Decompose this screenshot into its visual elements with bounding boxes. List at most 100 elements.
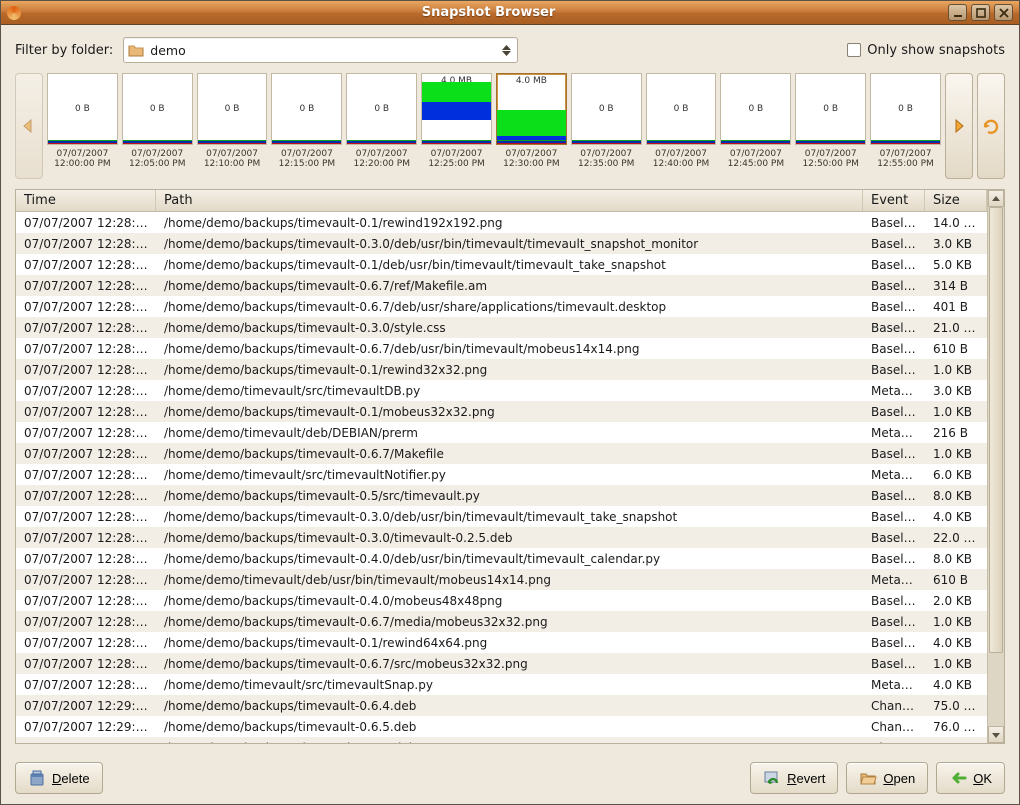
snapshot-item[interactable]: 0 B07/07/200712:00:00 PM [47,73,118,179]
snapshot-item[interactable]: 0 B07/07/200712:05:00 PM [122,73,193,179]
snapshot-size: 0 B [898,104,913,114]
scroll-up-button[interactable] [988,190,1004,207]
table-row[interactable]: 07/07/2007 12:28:10 PM/home/demo/backups… [16,506,987,527]
snapshot-item[interactable]: 0 B07/07/200712:55:00 PM [870,73,941,179]
snapshot-item[interactable]: 4.0 MB07/07/200712:30:00 PM [496,73,567,179]
cell-path: /home/demo/backups/timevault-0.6.7/Makef… [156,447,863,461]
revert-button[interactable]: Revert [750,762,838,794]
delete-label-u: D [52,771,61,786]
snapshot-item[interactable]: 0 B07/07/200712:40:00 PM [646,73,717,179]
table-row[interactable]: 07/07/2007 12:28:10 PM/home/demo/backups… [16,275,987,296]
timeline-prev-button[interactable] [15,73,43,179]
cell-time: 07/07/2007 12:28:10 PM [16,552,156,566]
column-event[interactable]: Event [863,190,925,211]
table-row[interactable]: 07/07/2007 12:28:10 PM/home/demo/backups… [16,233,987,254]
chevron-up-icon [992,195,1000,203]
cell-time: 07/07/2007 12:28:10 PM [16,384,156,398]
snapshot-item[interactable]: 0 B07/07/200712:45:00 PM [720,73,791,179]
scroll-thumb[interactable] [989,207,1003,653]
cell-event: Changed [863,720,925,734]
cell-size: 14.0 KB [925,216,987,230]
revert-icon [763,769,781,787]
app-icon [7,6,21,20]
table-row[interactable]: 07/07/2007 12:28:10 PM/home/demo/backups… [16,611,987,632]
table-row[interactable]: 07/07/2007 12:28:10 PM/home/demo/timevau… [16,674,987,695]
snapshot-item[interactable]: 0 B07/07/200712:15:00 PM [271,73,342,179]
table-row[interactable]: 07/07/2007 12:28:10 PM/home/demo/timevau… [16,569,987,590]
table-row[interactable]: 07/07/2007 12:29:05 PM/home/demo/backups… [16,737,987,743]
only-show-snapshots-checkbox[interactable]: Only show snapshots [847,43,1005,58]
close-button[interactable] [994,4,1013,21]
scroll-down-button[interactable] [988,726,1004,743]
scroll-track[interactable] [988,207,1004,726]
table-row[interactable]: 07/07/2007 12:29:05 PM/home/demo/backups… [16,695,987,716]
snapshot-size: 0 B [374,104,389,114]
table-row[interactable]: 07/07/2007 12:28:10 PM/home/demo/backups… [16,401,987,422]
vertical-scrollbar[interactable] [987,190,1004,743]
cell-path: /home/demo/timevault/src/timevaultSnap.p… [156,678,863,692]
ok-arrow-icon [949,769,967,787]
table-row[interactable]: 07/07/2007 12:28:10 PM/home/demo/timevau… [16,422,987,443]
table-row[interactable]: 07/07/2007 12:28:10 PM/home/demo/backups… [16,548,987,569]
cell-time: 07/07/2007 12:28:10 PM [16,615,156,629]
ok-label-u: O [973,771,983,786]
table-row[interactable]: 07/07/2007 12:28:10 PM/home/demo/timevau… [16,464,987,485]
table-row[interactable]: 07/07/2007 12:28:10 PM/home/demo/backups… [16,317,987,338]
column-size[interactable]: Size [925,190,987,211]
column-path[interactable]: Path [156,190,863,211]
delete-button[interactable]: Delete [15,762,103,794]
cell-event: Baseline [863,258,925,272]
cell-size: 1.0 KB [925,405,987,419]
button-row: Delete Revert Open OK [15,754,1005,794]
folder-select-text: demo [150,43,499,58]
cell-time: 07/07/2007 12:29:05 PM [16,741,156,744]
table-row[interactable]: 07/07/2007 12:28:10 PM/home/demo/backups… [16,254,987,275]
table-row[interactable]: 07/07/2007 12:28:10 PM/home/demo/backups… [16,443,987,464]
timeline-jump-end-button[interactable] [977,73,1005,179]
snapshot-item[interactable]: 0 B07/07/200712:10:00 PM [197,73,268,179]
table-row[interactable]: 07/07/2007 12:28:10 PM/home/demo/backups… [16,338,987,359]
snapshot-thumb: 0 B [346,73,417,145]
cell-path: /home/demo/backups/timevault-0.6.4.deb [156,699,863,713]
cell-event: Metadata [863,573,925,587]
snapshot-label: 07/07/200712:25:00 PM [428,149,484,170]
cell-path: /home/demo/timevault/src/timevaultNotifi… [156,468,863,482]
cell-path: /home/demo/backups/timevault-0.4.0/deb/u… [156,552,863,566]
table-row[interactable]: 07/07/2007 12:28:10 PM/home/demo/backups… [16,653,987,674]
table-row[interactable]: 07/07/2007 12:28:10 PM/home/demo/backups… [16,590,987,611]
timeline-next-button[interactable] [945,73,973,179]
table-row[interactable]: 07/07/2007 12:28:10 PM/home/demo/backups… [16,359,987,380]
table-row[interactable]: 07/07/2007 12:29:05 PM/home/demo/backups… [16,716,987,737]
snapshot-size: 0 B [75,104,90,114]
table-row[interactable]: 07/07/2007 12:28:10 PM/home/demo/backups… [16,632,987,653]
table-scroll: Time Path Event Size 07/07/2007 12:28:10… [16,190,987,743]
open-button[interactable]: Open [846,762,928,794]
cell-path: /home/demo/backups/timevault-0.5/src/tim… [156,489,863,503]
table-row[interactable]: 07/07/2007 12:28:10 PM/home/demo/backups… [16,485,987,506]
folder-icon [128,43,144,57]
cell-path: /home/demo/backups/timevault-0.1/deb/usr… [156,258,863,272]
cell-time: 07/07/2007 12:28:10 PM [16,636,156,650]
cell-time: 07/07/2007 12:28:10 PM [16,489,156,503]
minimize-button[interactable] [948,4,967,21]
column-time[interactable]: Time [16,190,156,211]
table-row[interactable]: 07/07/2007 12:28:10 PM/home/demo/timevau… [16,380,987,401]
cell-size: 6.0 KB [925,468,987,482]
cell-time: 07/07/2007 12:28:10 PM [16,342,156,356]
snapshot-item[interactable]: 0 B07/07/200712:20:00 PM [346,73,417,179]
folder-select[interactable]: demo [123,37,518,63]
cell-size: 21.0 KB [925,321,987,335]
cell-time: 07/07/2007 12:28:10 PM [16,573,156,587]
snapshot-item[interactable]: 0 B07/07/200712:50:00 PM [795,73,866,179]
snapshot-label: 07/07/200712:05:00 PM [129,149,185,170]
table-row[interactable]: 07/07/2007 12:28:10 PM/home/demo/backups… [16,527,987,548]
maximize-button[interactable] [971,4,990,21]
snapshot-item[interactable]: 0 B07/07/200712:35:00 PM [571,73,642,179]
table-row[interactable]: 07/07/2007 12:28:10 PM/home/demo/backups… [16,296,987,317]
snapshot-item[interactable]: 4.0 MB07/07/200712:25:00 PM [421,73,492,179]
folder-select-spinners[interactable] [499,45,513,56]
table-row[interactable]: 07/07/2007 12:28:10 PM/home/demo/backups… [16,212,987,233]
snapshot-size: 0 B [823,104,838,114]
filter-label: Filter by folder: [15,43,113,58]
ok-button[interactable]: OK [936,762,1005,794]
